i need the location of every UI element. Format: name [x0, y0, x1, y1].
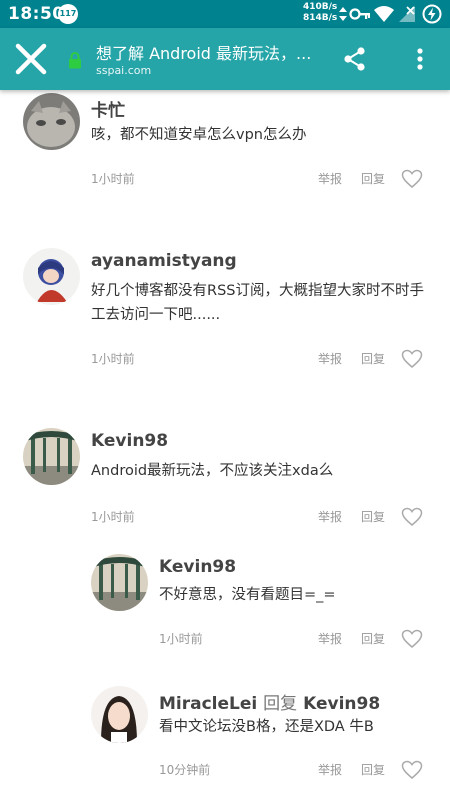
comment-text: 看中文论坛没B格，还是XDA 牛B	[159, 719, 374, 735]
lock-icon	[69, 52, 81, 69]
signal-icon	[399, 6, 415, 22]
comment-author[interactable]: MiracleLei	[159, 694, 257, 714]
reply-header: MiracleLei 回复 Kevin98	[159, 689, 380, 714]
data-arrows-icon	[339, 7, 347, 21]
comment-text: 不好意思，没有看题目=_=	[159, 587, 336, 603]
comment-author[interactable]: 卡忙	[91, 96, 125, 121]
avatar[interactable]	[91, 686, 148, 743]
reply-button[interactable]: 回复	[361, 350, 385, 367]
comment-time: 1小时前	[91, 352, 135, 366]
report-button[interactable]: 举报	[318, 170, 342, 187]
reply-button[interactable]: 回复	[361, 630, 385, 647]
reply-button[interactable]: 回复	[361, 170, 385, 187]
network-speed: 410B/s 814B/s	[303, 2, 337, 24]
battery-charging-icon	[422, 4, 442, 24]
comment-author[interactable]: Kevin98	[91, 431, 168, 451]
share-icon	[344, 47, 365, 71]
report-button[interactable]: 举报	[318, 508, 342, 525]
page-title: 想了解 Android 最新玩法，...	[96, 44, 312, 63]
like-heart-icon[interactable]	[401, 169, 423, 189]
close-icon	[15, 43, 47, 75]
avatar[interactable]	[23, 93, 80, 150]
comment-text: 好几个博客都没有RSS订阅，大概指望大家时不时手工去访问一下吧......	[91, 283, 424, 323]
comment-list: 卡忙 咳，都不知道安卓怎么vpn怎么办 1小时前 举报 回复 ayanamist…	[0, 90, 450, 800]
comment-text: 咳，都不知道安卓怎么vpn怎么办	[91, 127, 307, 143]
notification-badge: 117	[58, 4, 78, 24]
comment-author[interactable]: Kevin98	[159, 557, 236, 577]
avatar[interactable]	[91, 554, 148, 611]
speed-down: 814B/s	[303, 13, 338, 23]
more-options-button[interactable]	[405, 44, 435, 74]
report-button[interactable]: 举报	[318, 630, 342, 647]
reply-button[interactable]: 回复	[361, 761, 385, 778]
vpn-key-icon	[349, 8, 370, 20]
comment-text: Android最新玩法，不应该关注xda么	[91, 463, 334, 479]
more-vert-icon	[417, 48, 423, 70]
reply-to-user[interactable]: Kevin98	[303, 694, 380, 714]
browser-toolbar: 想了解 Android 最新玩法，... sspai.com	[0, 28, 450, 90]
report-button[interactable]: 举报	[318, 350, 342, 367]
report-button[interactable]: 举报	[318, 761, 342, 778]
like-heart-icon[interactable]	[401, 760, 423, 780]
like-heart-icon[interactable]	[401, 629, 423, 649]
reply-button[interactable]: 回复	[361, 508, 385, 525]
avatar[interactable]	[23, 428, 80, 485]
speed-up: 410B/s	[303, 2, 338, 12]
comment-author[interactable]: ayanamistyang	[91, 251, 237, 271]
reply-label: 回复	[263, 694, 298, 714]
comment-time: 1小时前	[159, 632, 203, 646]
status-time: 18:50	[8, 4, 65, 24]
close-button[interactable]	[10, 38, 52, 80]
share-button[interactable]	[340, 44, 370, 74]
avatar[interactable]	[23, 248, 80, 305]
page-url: sspai.com	[96, 64, 152, 77]
comment-time: 10分钟前	[159, 763, 211, 777]
wifi-icon	[374, 6, 394, 22]
like-heart-icon[interactable]	[401, 349, 423, 369]
comment-time: 1小时前	[91, 510, 135, 524]
like-heart-icon[interactable]	[401, 507, 423, 527]
status-bar: 18:50 117 410B/s 814B/s	[0, 0, 450, 28]
comment-time: 1小时前	[91, 172, 135, 186]
